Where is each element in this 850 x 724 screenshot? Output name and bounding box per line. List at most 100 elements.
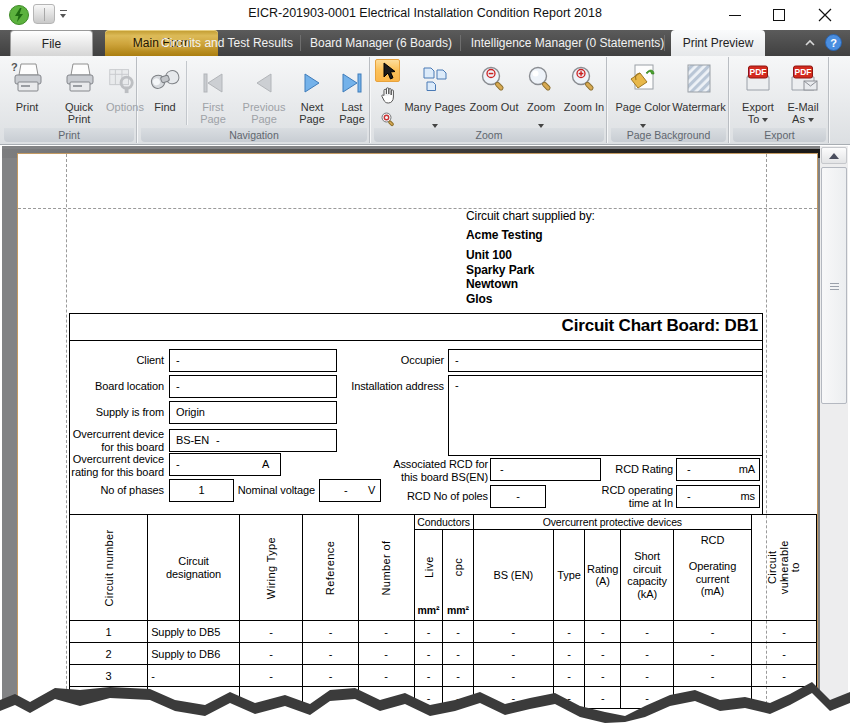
rcd-time-field: -ms [676, 485, 760, 508]
svg-text:?: ? [830, 37, 837, 49]
header-wiring-type: Wiring Type [239, 515, 302, 621]
ribbon-tab-bar: File Main Form Circuits and Test Results… [0, 30, 850, 56]
cell-value: - [585, 643, 621, 665]
last-page-button[interactable]: LastPage [334, 59, 370, 128]
phases-field: 1 [169, 479, 234, 502]
cell-value: - [473, 621, 553, 643]
title-bar: EICR-201903-0001 Electrical Installation… [0, 0, 850, 30]
first-page-button[interactable]: FirstPage [191, 59, 235, 128]
watermark-button[interactable]: Watermark [672, 59, 726, 128]
cell-value: - [621, 643, 674, 665]
quick-print-button[interactable]: QuickPrint [54, 59, 104, 128]
quick-print-icon [54, 59, 104, 95]
ocd-rating-field: -A [169, 453, 281, 476]
zoom-in-button[interactable]: Zoom In [562, 59, 606, 128]
group-title-page-background: Page Background [611, 128, 726, 142]
ribbon: ? Print QuickPrint [0, 56, 850, 145]
cell-value: - [751, 621, 816, 643]
options-button[interactable]: Options [106, 59, 136, 128]
rcd-time-label: RCD operatingtime at In [558, 484, 673, 509]
supply-label: Supply is from [18, 401, 164, 424]
board-title-box: Circuit Chart Board: DB1 [69, 313, 763, 341]
zoom-in-icon [562, 59, 606, 95]
zoom-region-tool-button[interactable] [375, 107, 400, 130]
supplier-name: Acme Testing [466, 228, 543, 242]
cell-value: - [751, 643, 816, 665]
scrollbar-thumb[interactable] [821, 167, 847, 404]
separator [186, 61, 187, 125]
cell-value: - [414, 643, 443, 665]
pointer-tool-button[interactable] [375, 59, 400, 82]
previous-page-button[interactable]: PreviousPage [238, 59, 290, 128]
cell-value: - [443, 643, 473, 665]
help-icon[interactable]: ? [825, 34, 842, 51]
header-number-of: Number of [358, 515, 414, 621]
header-live: Livemm² [414, 530, 443, 621]
cell-value: - [585, 621, 621, 643]
header-circuit-number: Circuit number [70, 515, 148, 621]
zoom-icon [522, 59, 560, 95]
board-title: Circuit Chart Board: DB1 [562, 316, 758, 336]
collapse-ribbon-icon[interactable] [804, 37, 816, 49]
group-title-navigation: Navigation [141, 128, 367, 142]
close-button[interactable] [808, 0, 842, 28]
client-field: - [169, 349, 337, 372]
pointer-icon [380, 62, 396, 80]
cell-circuit-number: 1 [70, 621, 148, 643]
svg-text:PDF: PDF [750, 67, 767, 77]
report-page: Circuit chart supplied by: Acme Testing … [17, 153, 818, 724]
cell-value: - [674, 643, 752, 665]
many-pages-button[interactable]: Many Pages [404, 59, 466, 128]
tab-print-preview[interactable]: Print Preview [671, 30, 765, 56]
maximize-button[interactable] [762, 0, 796, 28]
board-location-label: Board location [18, 375, 164, 398]
next-page-icon [292, 59, 332, 95]
supply-field: Origin [169, 401, 337, 424]
svg-text:?: ? [11, 61, 18, 73]
export-to-dropdown-icon [762, 118, 768, 122]
tab-circuits-and-test-results[interactable]: Circuits and Test Results [158, 30, 296, 56]
export-to-button[interactable]: PDF ExportTo [737, 59, 779, 128]
vertical-scrollbar[interactable] [820, 146, 848, 724]
zoom-region-icon [380, 111, 396, 127]
tab-intelligence-manager[interactable]: Intelligence Manager (0 Statements) [465, 30, 670, 56]
ocd-rating-label: Overcurrent devicerating for this board [18, 453, 164, 478]
header-circuit-vulnerable: Circuit vulnerable to- [751, 515, 816, 621]
tab-board-manager[interactable]: Board Manager (6 Boards) [306, 30, 456, 56]
print-icon: ? [4, 59, 50, 95]
zoom-out-button[interactable]: Zoom Out [468, 59, 520, 128]
email-as-button[interactable]: PDF E-MailAs [781, 59, 825, 128]
supplied-by-label: Circuit chart supplied by: [466, 209, 595, 223]
rcd-rating-field: -mA [676, 458, 760, 481]
hand-icon [379, 86, 397, 104]
watermark-icon [672, 59, 726, 95]
minimize-button[interactable] [718, 0, 752, 28]
cell-value: - [553, 643, 584, 665]
hand-tool-button[interactable] [375, 83, 400, 106]
cell-circuit-designation: Supply to DB5 [148, 621, 240, 643]
cell-value: - [621, 621, 674, 643]
board-location-field: - [169, 375, 337, 398]
ribbon-group-navigation: Find FirstPage PreviousPage NextPage La [139, 57, 370, 143]
page-color-button[interactable]: Page Color [614, 59, 672, 128]
cell-value: - [443, 621, 473, 643]
scrollbar-grip [830, 283, 839, 290]
voltage-field: -V [319, 479, 381, 502]
scrollbar-up-button[interactable] [821, 147, 847, 164]
cell-value: - [553, 621, 584, 643]
ribbon-group-zoom: Many Pages Zoom Out [372, 57, 607, 143]
group-title-export: Export [733, 128, 826, 142]
print-button[interactable]: ? Print [4, 59, 50, 128]
table-row: 2Supply to DB6----------- [70, 643, 817, 665]
header-type: Type [553, 530, 584, 621]
last-page-icon [334, 59, 370, 95]
tab-separator [300, 35, 301, 51]
header-rating: Rating(A) [585, 530, 621, 621]
report-document: Circuit chart supplied by: Acme Testing … [18, 154, 817, 724]
find-button[interactable]: Find [147, 59, 183, 128]
next-page-button[interactable]: NextPage [292, 59, 332, 128]
tab-file[interactable]: File [10, 30, 93, 56]
zoom-button[interactable]: Zoom [522, 59, 560, 128]
torn-edge [0, 676, 850, 724]
client-label: Client [18, 349, 164, 372]
